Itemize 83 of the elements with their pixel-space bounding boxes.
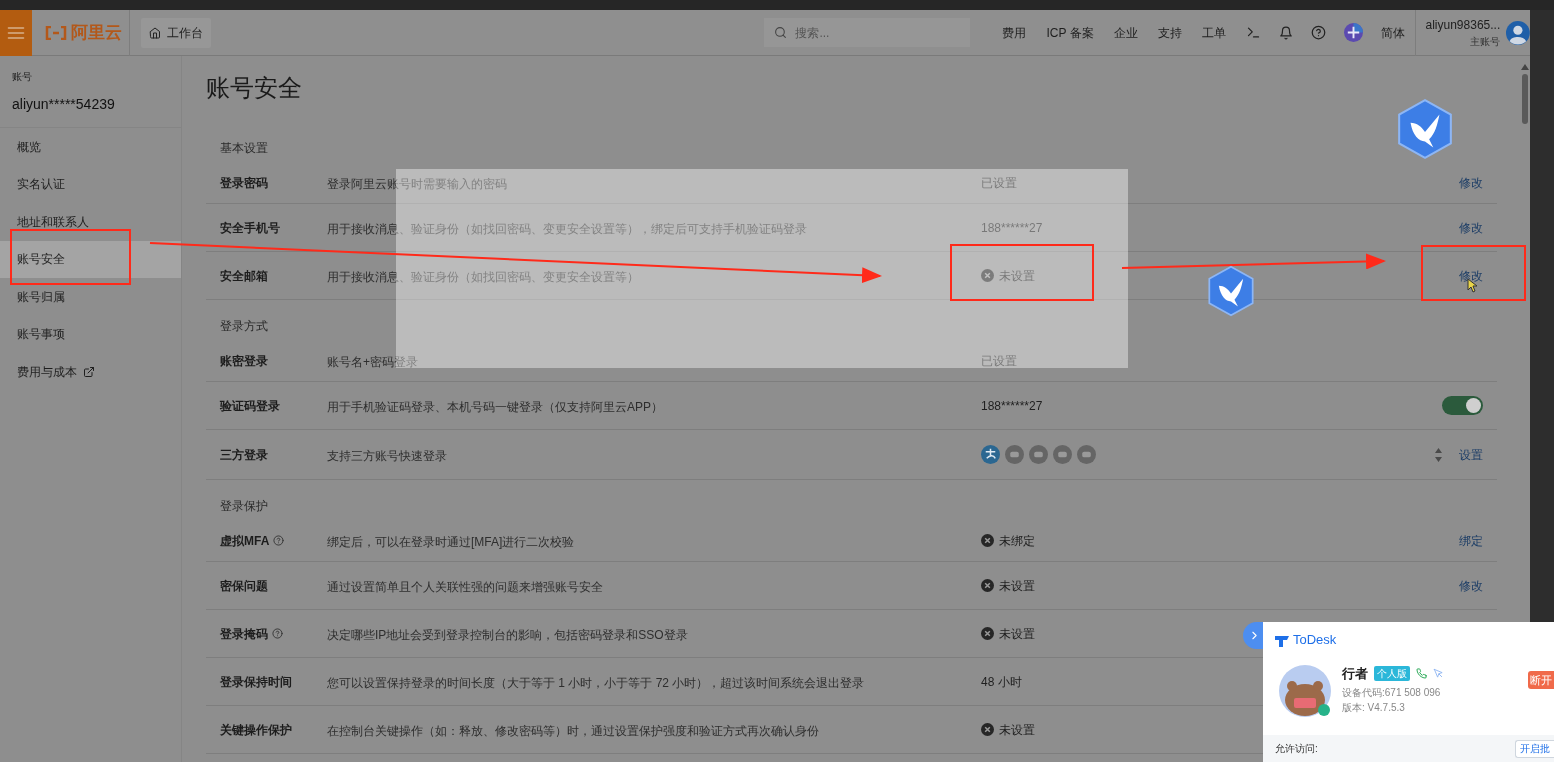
- setting-label: 登录掩码: [220, 625, 268, 643]
- home-icon: [149, 26, 162, 39]
- provider-icon[interactable]: [1029, 445, 1048, 464]
- status-text: 未设置: [999, 721, 1035, 739]
- edit-link[interactable]: 修改: [1459, 218, 1483, 237]
- account-name: aliyun*****54239: [12, 95, 116, 114]
- language-link[interactable]: 简体: [1380, 23, 1405, 42]
- scrollbar[interactable]: [1521, 64, 1529, 124]
- nav-link[interactable]: 企业: [1113, 23, 1138, 42]
- cursor-icon[interactable]: [1433, 668, 1444, 680]
- setting-label: 登录密码: [220, 174, 268, 192]
- status-text: 48 小时: [981, 673, 1022, 691]
- status-text: 未设置: [999, 625, 1035, 643]
- section-title: 登录保护: [220, 498, 268, 514]
- bird-icon: [1205, 265, 1257, 317]
- help-icon[interactable]: [1310, 25, 1326, 40]
- setting-label: 密保问题: [220, 577, 268, 595]
- x-circle-icon: [981, 627, 994, 640]
- phone-icon[interactable]: [1416, 668, 1427, 680]
- provider-icon[interactable]: [981, 445, 1000, 464]
- terminal-icon[interactable]: [1245, 25, 1261, 40]
- help-icon[interactable]: [273, 535, 285, 546]
- device-code: 设备代码:671 508 096: [1342, 685, 1442, 700]
- nav-link[interactable]: 费用: [1002, 23, 1027, 42]
- app-icon[interactable]: [1343, 23, 1363, 42]
- help-icon[interactable]: [272, 628, 283, 639]
- page-title: 账号安全: [206, 73, 303, 103]
- setting-description: 支持三方账号快速登录: [327, 448, 447, 463]
- section-label: 账号: [12, 70, 33, 84]
- nav-link[interactable]: 工单: [1201, 23, 1226, 42]
- sort-arrows-icon[interactable]: [1434, 446, 1443, 463]
- setting-label: 登录保持时间: [220, 673, 292, 691]
- setting-description: 用于手机验证码登录、本机号码一键登录（仅支持阿里云APP）: [327, 399, 663, 414]
- section-title: 登录方式: [220, 318, 268, 334]
- setting-description: 绑定后，可以在登录时通过[MFA]进行二次校验: [327, 534, 575, 549]
- section-title: 基本设置: [220, 140, 268, 156]
- edit-link[interactable]: 修改: [1459, 576, 1483, 595]
- status-text: 未绑定: [999, 532, 1035, 550]
- edit-link[interactable]: 修改: [1459, 266, 1483, 285]
- settings-link[interactable]: 设置: [1459, 445, 1483, 464]
- status-text: 未设置: [999, 577, 1035, 595]
- search-icon: [774, 26, 788, 39]
- provider-icon[interactable]: [1053, 445, 1072, 464]
- disconnect-button[interactable]: 断开: [1528, 671, 1554, 689]
- account-role: 主账号: [1470, 35, 1501, 49]
- setting-description: 决定哪些IP地址会受到登录控制台的影响，包括密码登录和SSO登录: [327, 627, 688, 642]
- todesk-logo-icon: [1275, 633, 1289, 647]
- search-field[interactable]: 搜索...: [764, 18, 971, 47]
- edit-link[interactable]: 绑定: [1459, 531, 1483, 550]
- nav-link[interactable]: ICP 备案: [1046, 23, 1094, 42]
- annotation-button[interactable]: 开启批: [1515, 739, 1554, 758]
- status-text: 188******27: [981, 219, 1043, 237]
- device-name: 行者: [1342, 665, 1368, 683]
- toggle-switch[interactable]: [1442, 396, 1483, 415]
- setting-description: 通过设置简单且个人关联性强的问题来增强账号安全: [327, 579, 603, 594]
- setting-label: 虚拟MFA: [220, 532, 270, 550]
- setting-label: 账密登录: [220, 352, 268, 370]
- x-circle-icon: [981, 723, 994, 736]
- x-circle-icon: [981, 579, 994, 592]
- edition-tag: 个人版: [1374, 666, 1410, 682]
- status-text: 188******27: [981, 397, 1043, 415]
- avatar[interactable]: [1506, 19, 1530, 46]
- provider-icon[interactable]: [1077, 445, 1096, 464]
- app-title: ToDesk: [1293, 631, 1337, 650]
- bell-icon[interactable]: [1278, 25, 1293, 40]
- sidebar-item[interactable]: 账号安全: [0, 240, 181, 278]
- setting-label: 安全手机号: [220, 219, 280, 237]
- setting-label: 三方登录: [220, 446, 268, 464]
- provider-icon[interactable]: [1005, 445, 1024, 464]
- setting-label: 关键操作保护: [220, 721, 292, 739]
- x-circle-icon: [981, 534, 994, 547]
- x-circle-icon: [981, 269, 994, 282]
- access-label: 允许访问:: [1275, 742, 1318, 756]
- workbench-button[interactable]: 工作台: [141, 17, 212, 48]
- nav-link[interactable]: 支持: [1157, 23, 1182, 42]
- setting-description: 您可以设置保持登录的时间长度（大于等于 1 小时，小于等于 72 小时），超过该时间系统会退出登录: [327, 675, 865, 690]
- setting-description: 在控制台关键操作（如：释放、修改密码等）时，通过设置保护强度和验证方式再次确认身份: [327, 723, 819, 738]
- setting-label: 安全邮箱: [220, 267, 268, 285]
- version-text: 版本: V4.7.5.3: [1342, 700, 1406, 715]
- menu-button[interactable]: [0, 9, 32, 56]
- edit-link[interactable]: 修改: [1459, 173, 1483, 192]
- user-name[interactable]: aliyun98365...: [1425, 16, 1501, 34]
- setting-label: 验证码登录: [220, 397, 280, 415]
